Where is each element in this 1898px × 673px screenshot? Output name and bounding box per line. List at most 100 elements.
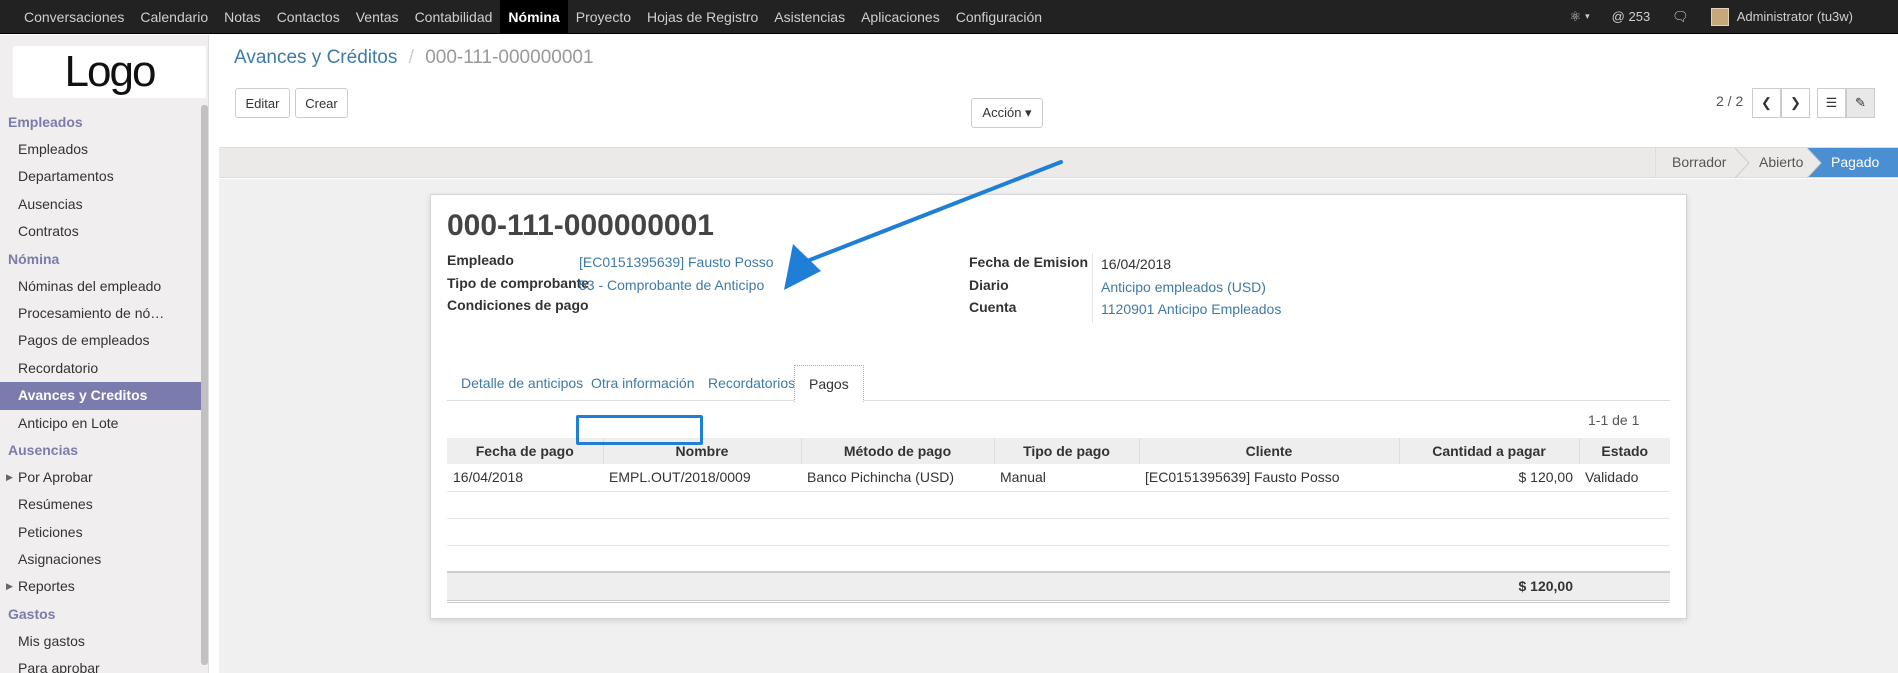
field-value-tipo-comprobante[interactable]: 53 - Comprobante de Anticipo bbox=[579, 277, 764, 293]
footer-total: $ 120,00 bbox=[1399, 571, 1579, 603]
breadcrumb: Avances y Créditos / 000-111-000000001 bbox=[234, 47, 594, 69]
stage-separators bbox=[1734, 148, 1822, 179]
table-row-empty bbox=[447, 491, 1670, 519]
form-sheet: 000-111-000000001 Empleado [EC0151395639… bbox=[430, 194, 1687, 619]
sidebar-item-asignaciones[interactable]: Asignaciones bbox=[0, 546, 208, 573]
sidebar-section-gastos: Gastos bbox=[8, 605, 56, 622]
field-value-cuenta[interactable]: 1120901 Anticipo Empleados bbox=[1101, 301, 1281, 317]
menu-hojas-de-registro[interactable]: Hojas de Registro bbox=[639, 0, 766, 33]
caret-right-icon: ▶ bbox=[6, 471, 13, 482]
menu-contabilidad[interactable]: Contabilidad bbox=[407, 0, 501, 33]
table-row-empty bbox=[447, 518, 1670, 546]
user-name: Administrator (tu3w) bbox=[1736, 9, 1853, 24]
field-label-diario: Diario bbox=[969, 277, 1009, 293]
caret-right-icon: ▶ bbox=[6, 581, 13, 592]
menu-nomina[interactable]: Nómina bbox=[500, 0, 568, 33]
sidebar-item-por-aprobar[interactable]: ▶ Por Aprobar bbox=[0, 464, 208, 491]
field-value-diario[interactable]: Anticipo empleados (USD) bbox=[1101, 279, 1266, 295]
sidebar-item-pagos-de-empleados[interactable]: Pagos de empleados bbox=[0, 327, 208, 354]
top-right-tools: ⚛ ▾ @ 253 🗨 Administrator (tu3w) bbox=[1558, 0, 1898, 33]
payments-table: Fecha de pago Nombre Método de pago Tipo… bbox=[447, 438, 1670, 603]
sidebar-item-avances-y-creditos[interactable]: Avances y Creditos bbox=[0, 382, 203, 410]
chat-icon[interactable]: 🗨 bbox=[1661, 9, 1700, 25]
menu-configuracion[interactable]: Configuración bbox=[948, 0, 1050, 33]
field-divider bbox=[1092, 253, 1093, 323]
tab-recordatorios[interactable]: Recordatorios bbox=[694, 365, 809, 402]
field-label-tipo-comprobante: Tipo de comprobante bbox=[447, 275, 590, 291]
sidebar-item-anticipo-en-lote[interactable]: Anticipo en Lote bbox=[0, 410, 208, 437]
menu-calendario[interactable]: Calendario bbox=[132, 0, 216, 33]
top-menu: Conversaciones Calendario Notas Contacto… bbox=[0, 0, 1050, 33]
debug-menu[interactable]: ⚛ ▾ bbox=[1558, 9, 1600, 25]
sidebar-item-procesamiento[interactable]: Procesamiento de nó… bbox=[0, 300, 208, 327]
column-header-estado[interactable]: Estado bbox=[1578, 438, 1670, 464]
form-view-icon[interactable]: ✎ bbox=[1846, 88, 1875, 118]
company-logo[interactable]: Logo bbox=[13, 46, 206, 98]
sidebar-item-mis-gastos[interactable]: Mis gastos bbox=[0, 628, 208, 655]
sidebar-item-peticiones[interactable]: Peticiones bbox=[0, 519, 208, 546]
column-header-metodo-pago[interactable]: Método de pago bbox=[800, 438, 994, 464]
field-value-fecha-emision[interactable]: 16/04/2018 bbox=[1101, 256, 1171, 272]
sidebar-item-resumenes[interactable]: Resúmenes bbox=[0, 491, 208, 518]
highlight-box bbox=[576, 415, 703, 445]
tab-otra-informacion[interactable]: Otra información bbox=[577, 365, 708, 402]
column-header-cliente[interactable]: Cliente bbox=[1138, 438, 1399, 464]
menu-ventas[interactable]: Ventas bbox=[348, 0, 407, 33]
chevron-right-icon[interactable]: ❯ bbox=[1781, 88, 1810, 118]
menu-conversaciones[interactable]: Conversaciones bbox=[16, 0, 132, 33]
cell-tipo-pago: Manual bbox=[994, 464, 1139, 492]
record-count: 1-1 de 1 bbox=[1588, 412, 1640, 428]
top-navbar: Conversaciones Calendario Notas Contacto… bbox=[0, 0, 1898, 34]
sidebar-item-recordatorio[interactable]: Recordatorio bbox=[0, 355, 208, 382]
sidebar: Logo Empleados Empleados Departamentos A… bbox=[0, 35, 209, 673]
sidebar-section-empleados: Empleados bbox=[8, 114, 83, 130]
tab-detalle-anticipos[interactable]: Detalle de anticipos bbox=[447, 365, 597, 402]
table-row[interactable]: 16/04/2018 EMPL.OUT/2018/0009 Banco Pich… bbox=[447, 464, 1670, 492]
sidebar-item-departamentos[interactable]: Departamentos bbox=[0, 163, 208, 190]
user-menu[interactable]: Administrator (tu3w) bbox=[1700, 7, 1864, 26]
menu-asistencias[interactable]: Asistencias bbox=[766, 0, 853, 33]
sidebar-scrollbar[interactable] bbox=[201, 105, 208, 665]
status-bar: Borrador Abierto Pagado bbox=[219, 147, 1898, 179]
sidebar-section-nomina: Nómina bbox=[8, 250, 60, 267]
sidebar-item-nominas-del-empleado[interactable]: Nóminas del empleado bbox=[0, 273, 208, 300]
cell-estado: Validado bbox=[1579, 464, 1670, 492]
sidebar-item-contratos[interactable]: Contratos bbox=[0, 218, 208, 245]
menu-notas[interactable]: Notas bbox=[216, 0, 269, 33]
sidebar-item-reportes[interactable]: ▶ Reportes bbox=[0, 573, 208, 600]
cell-fecha-pago: 16/04/2018 bbox=[447, 464, 603, 492]
notebook-tabs: Detalle de anticipos Otra información Re… bbox=[447, 365, 1670, 402]
mentions-counter[interactable]: @ 253 bbox=[1601, 9, 1662, 24]
stage-abierto[interactable]: Abierto bbox=[1735, 148, 1807, 177]
create-button[interactable]: Crear bbox=[295, 88, 348, 118]
cell-metodo-pago: Banco Pichincha (USD) bbox=[801, 464, 994, 492]
record-title: 000-111-000000001 bbox=[447, 209, 714, 242]
cell-nombre: EMPL.OUT/2018/0009 bbox=[603, 464, 801, 492]
stage-borrador[interactable]: Borrador bbox=[1655, 148, 1735, 177]
sidebar-section-ausencias: Ausencias bbox=[8, 441, 79, 458]
sidebar-item-para-aprobar[interactable]: Para aprobar bbox=[0, 655, 208, 673]
sidebar-item-empleados[interactable]: Empleados bbox=[0, 136, 208, 163]
list-view-icon[interactable]: ☰ bbox=[1817, 88, 1846, 118]
chevron-down-icon: ▾ bbox=[1585, 11, 1590, 21]
breadcrumb-parent[interactable]: Avances y Créditos bbox=[234, 47, 397, 68]
sidebar-item-ausencias[interactable]: Ausencias bbox=[0, 191, 208, 218]
column-header-cantidad[interactable]: Cantidad a pagar bbox=[1398, 438, 1579, 464]
tab-pagos[interactable]: Pagos bbox=[794, 365, 864, 402]
pager-value[interactable]: 2 / 2 bbox=[1716, 93, 1743, 109]
column-header-tipo-pago[interactable]: Tipo de pago bbox=[993, 438, 1139, 464]
edit-button[interactable]: Editar bbox=[235, 88, 290, 118]
stage-pagado[interactable]: Pagado bbox=[1807, 148, 1898, 177]
menu-proyecto[interactable]: Proyecto bbox=[568, 0, 639, 33]
field-value-empleado[interactable]: [EC0151395639] Fausto Posso bbox=[579, 254, 774, 270]
menu-contactos[interactable]: Contactos bbox=[269, 0, 348, 33]
menu-aplicaciones[interactable]: Aplicaciones bbox=[853, 0, 948, 33]
field-label-condiciones-pago: Condiciones de pago bbox=[447, 297, 589, 313]
breadcrumb-separator: / bbox=[408, 47, 414, 68]
field-label-empleado: Empleado bbox=[447, 252, 514, 268]
table-row-empty bbox=[447, 545, 1670, 572]
chevron-left-icon[interactable]: ❮ bbox=[1752, 88, 1781, 118]
field-label-cuenta: Cuenta bbox=[969, 299, 1017, 315]
action-dropdown[interactable]: Acción ▾ bbox=[971, 98, 1043, 128]
avatar bbox=[1710, 7, 1729, 26]
